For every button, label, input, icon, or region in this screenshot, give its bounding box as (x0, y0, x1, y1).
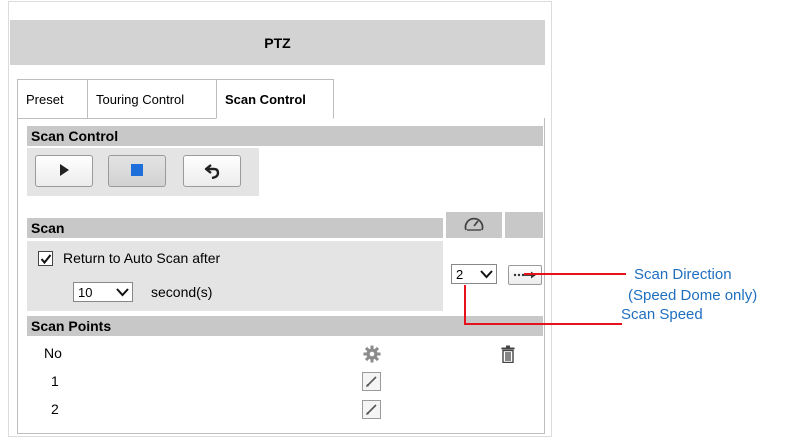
seconds-label: second(s) (151, 284, 213, 300)
return-icon (203, 161, 221, 182)
edit-icon[interactable] (362, 372, 381, 391)
scan-point-no-1: 1 (51, 373, 59, 389)
edit-icon[interactable] (362, 400, 381, 419)
return-auto-scan-label: Return to Auto Scan after (63, 250, 221, 266)
tab-bar: Preset Touring Control Scan Control (17, 79, 334, 119)
chevron-down-icon (480, 268, 493, 283)
scan-point-no-2: 2 (51, 401, 59, 417)
tab-touring-control-label: Touring Control (96, 91, 185, 107)
tab-scan-control[interactable]: Scan Control (216, 79, 334, 119)
return-auto-scan-checkbox[interactable] (38, 251, 53, 266)
tab-touring-control[interactable]: Touring Control (87, 79, 216, 119)
speedometer-icon (463, 215, 485, 236)
scan-section-title: Scan (31, 220, 65, 236)
scan-section-bar: Scan (27, 218, 443, 238)
scan-direction-button[interactable] (508, 265, 542, 285)
play-button[interactable] (35, 155, 93, 187)
scan-direction-callout-label: Scan Direction (634, 266, 732, 283)
scan-control-section-title: Scan Control (31, 128, 119, 144)
trash-icon[interactable] (499, 344, 517, 364)
scan-points-header-no: No (44, 345, 62, 361)
seconds-select-value: 10 (78, 284, 93, 300)
chevron-down-icon (116, 286, 129, 301)
ptz-header: PTZ (10, 20, 545, 65)
scan-speed-select[interactable]: 2 (451, 264, 497, 284)
return-button[interactable] (183, 155, 241, 187)
ptz-title: PTZ (264, 34, 291, 51)
tab-scan-control-label: Scan Control (225, 91, 306, 107)
scan-direction-callout-sublabel: (Speed Dome only) (628, 287, 758, 304)
tab-preset-label: Preset (26, 91, 64, 107)
seconds-select[interactable]: 10 (73, 282, 133, 302)
stop-button[interactable] (108, 155, 166, 187)
scan-speed-callout-line-vertical (464, 285, 466, 325)
scan-direction-icon (512, 268, 538, 283)
stop-icon (130, 163, 144, 180)
scan-control-section-bar: Scan Control (27, 126, 543, 146)
scan-speed-callout-label: Scan Speed (621, 306, 703, 323)
scan-speed-column-header (446, 212, 502, 238)
scan-speed-select-value: 2 (456, 266, 464, 282)
scan-speed-callout-line-horizontal (464, 323, 622, 325)
play-icon (58, 163, 70, 180)
scan-points-section-title: Scan Points (31, 318, 112, 334)
gear-icon[interactable] (362, 344, 382, 364)
scan-direction-callout-line (524, 273, 626, 275)
tab-preset[interactable]: Preset (17, 79, 87, 119)
scan-direction-column-header (505, 212, 543, 238)
